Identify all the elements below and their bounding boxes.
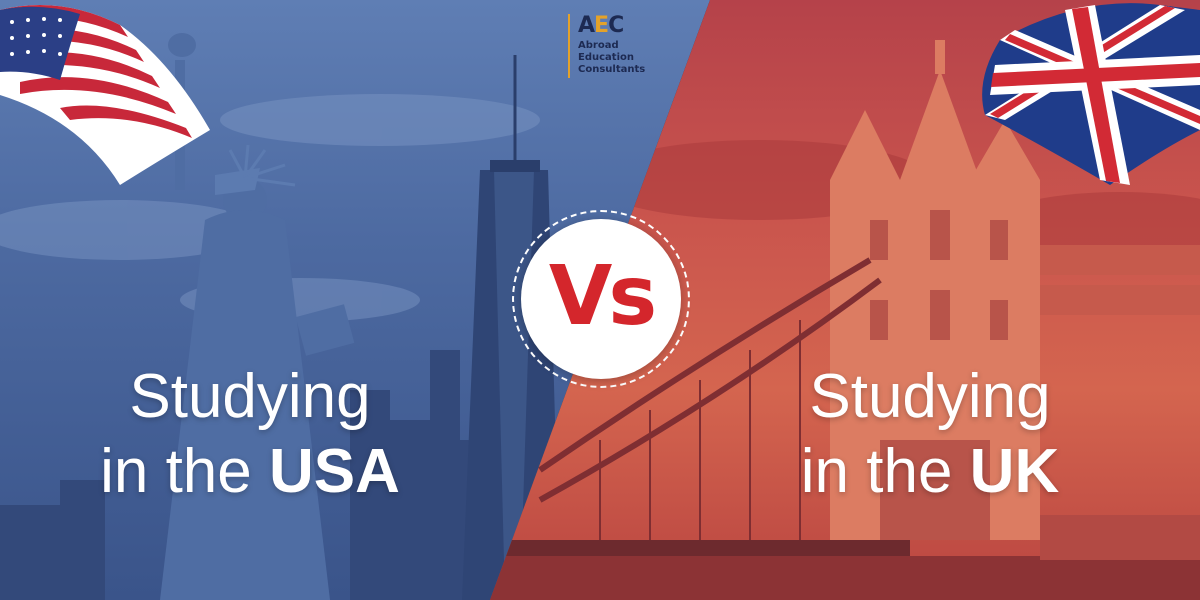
aec-logo: AEC Abroad Education Consultants <box>568 14 645 78</box>
banner: AEC Abroad Education Consultants Vs Stud… <box>0 0 1200 600</box>
logo-accent-bar <box>568 14 570 78</box>
usa-heading: Studying in the USA <box>60 362 440 512</box>
logo-mark-e: E <box>594 13 609 38</box>
logo-mark-a: A <box>578 13 595 38</box>
logo-line-3: Consultants <box>578 64 646 75</box>
vs-circle: Vs <box>521 219 681 379</box>
logo-text: Abroad Education Consultants <box>578 40 645 76</box>
uk-heading: Studying in the UK <box>760 362 1100 512</box>
usa-heading-line2: in the USA <box>60 432 440 512</box>
uk-heading-prefix: in the <box>800 437 953 506</box>
usa-heading-country: USA <box>269 437 400 506</box>
uk-heading-line2: in the UK <box>760 432 1100 512</box>
uk-heading-line1: Studying <box>809 362 1051 431</box>
logo-mark-c: C <box>608 13 624 38</box>
usa-heading-line1: Studying <box>129 362 371 431</box>
vs-badge: Vs <box>512 210 690 388</box>
logo-line-1: Abroad <box>578 40 619 51</box>
usa-heading-prefix: in the <box>100 437 252 506</box>
logo-mark: AEC <box>578 14 645 38</box>
logo-line-2: Education <box>578 52 634 63</box>
uk-heading-country: UK <box>969 437 1060 506</box>
vs-label: Vs <box>548 249 657 344</box>
